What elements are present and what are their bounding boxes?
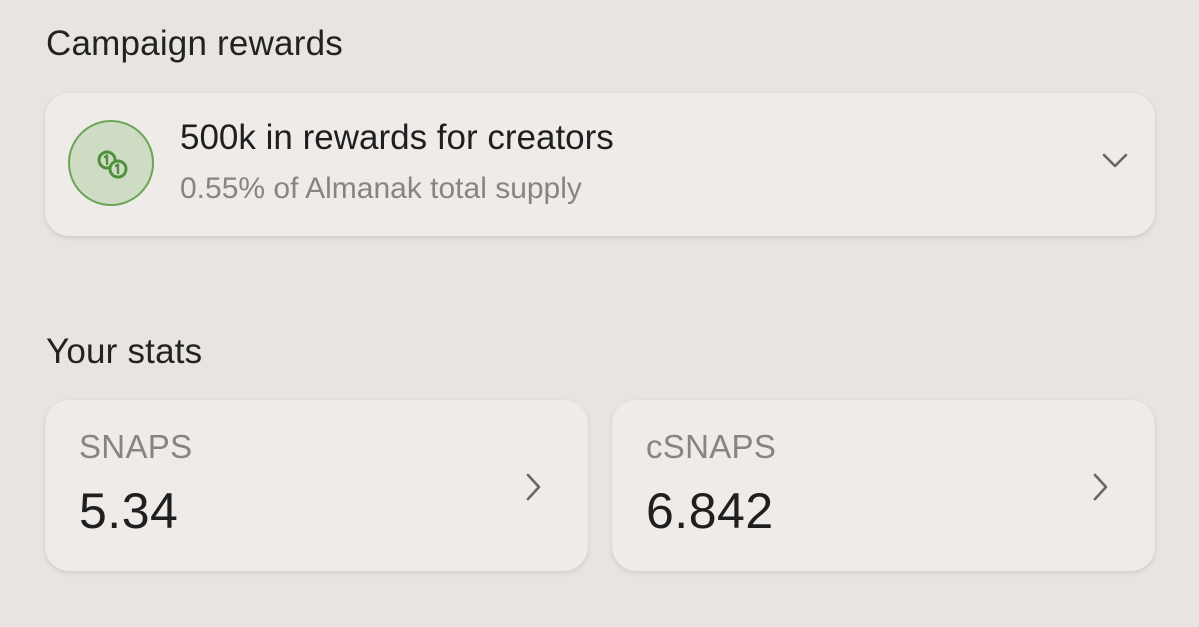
stat-label: cSNAPS [646,428,777,465]
chevron-down-icon[interactable] [1101,152,1129,170]
your-stats-heading: Your stats [46,332,203,371]
snaps-stat-card[interactable]: SNAPS 5.34 [45,400,588,571]
reward-subtitle: 0.55% of Almanak total supply [180,172,582,205]
stat-label: SNAPS [79,428,193,465]
csnaps-stat-card[interactable]: cSNAPS 6.842 [612,400,1155,571]
coins-icon [68,120,154,206]
stat-value: 5.34 [79,483,179,539]
chevron-right-icon[interactable] [524,472,542,502]
chevron-right-icon[interactable] [1091,472,1109,502]
campaign-reward-card[interactable]: 500k in rewards for creators 0.55% of Al… [45,93,1155,236]
stat-value: 6.842 [646,483,774,539]
reward-title: 500k in rewards for creators [180,118,614,157]
campaign-rewards-heading: Campaign rewards [46,24,343,63]
